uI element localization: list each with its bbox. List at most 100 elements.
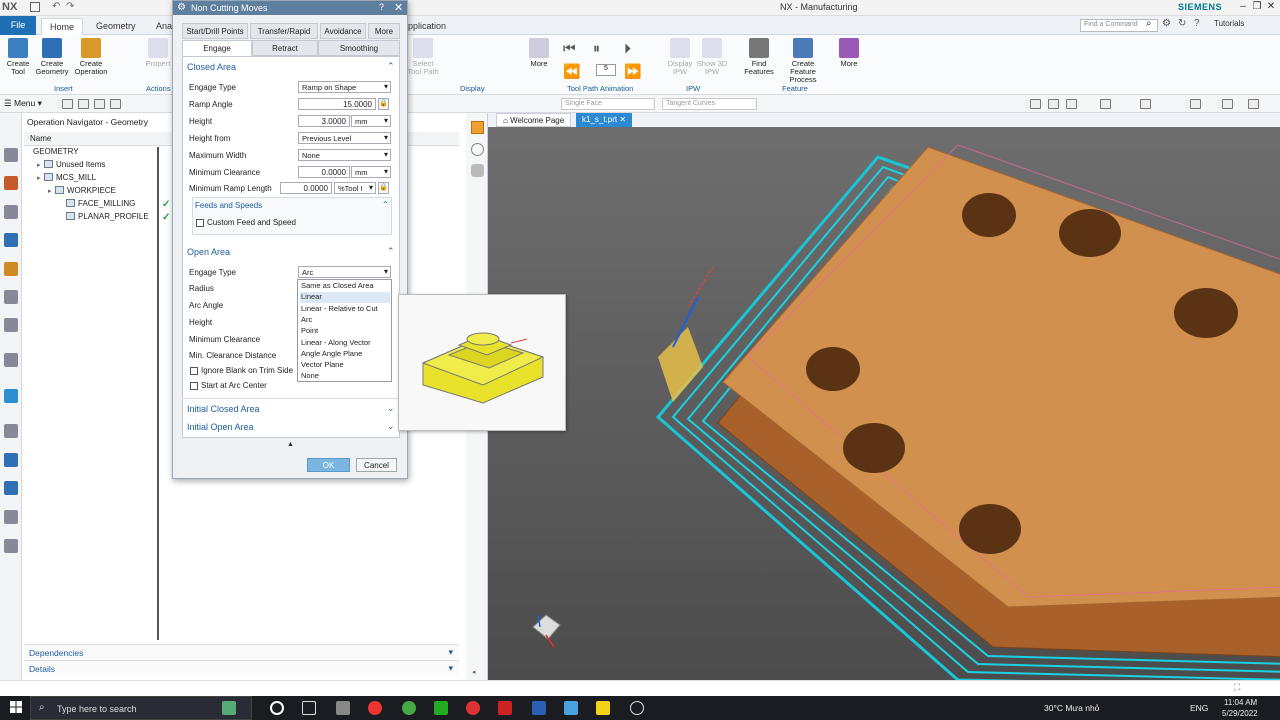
history-icon[interactable]	[4, 424, 18, 438]
create-operation-button[interactable]: Create Operation	[73, 38, 109, 76]
render-icon[interactable]	[1222, 99, 1233, 109]
undo-icon[interactable]: ↶	[52, 1, 60, 12]
layer-icon[interactable]	[1190, 99, 1201, 109]
part-navigator-icon[interactable]	[4, 148, 18, 162]
snap-icon[interactable]	[94, 99, 105, 109]
create-geometry-button[interactable]: Create Geometry	[34, 38, 70, 76]
maximum-width-select[interactable]: None	[298, 149, 391, 161]
minimum-ramp-length-unit-select[interactable]: %Tool I	[334, 182, 376, 194]
fullscreen-icon[interactable]: ⛶	[1234, 682, 1240, 693]
show-3d-ipw-button[interactable]: Show 3D IPW	[694, 38, 730, 76]
close-window-icon[interactable]: ✕	[1264, 1, 1278, 14]
refresh-icon[interactable]: ↻	[1178, 18, 1186, 29]
find-features-button[interactable]: Find Features	[741, 38, 777, 76]
tree-row[interactable]: ▸ WORKPIECE	[26, 186, 176, 199]
chrome-icon[interactable]	[368, 701, 382, 715]
hd3d-tools-icon[interactable]	[4, 353, 18, 367]
minimum-ramp-length-input[interactable]: 0.0000	[280, 182, 332, 194]
tab-part-file[interactable]: k1_s_t.prt ✕	[576, 113, 633, 127]
clock-date[interactable]: 5/29/2022	[1222, 709, 1258, 718]
tutorials-link[interactable]: Tutorials	[1214, 19, 1244, 28]
closed-area-title[interactable]: Closed Area	[187, 62, 236, 72]
start-arc-center-checkbox[interactable]	[190, 382, 198, 390]
chevron-up-icon[interactable]: ⌃	[387, 246, 395, 257]
view-settings-icon[interactable]	[1248, 99, 1259, 109]
shaded-icon[interactable]	[1100, 99, 1111, 109]
step-back-icon[interactable]: ⏪	[563, 63, 580, 80]
tab-transfer-rapid[interactable]: Transfer/Rapid	[250, 23, 318, 39]
dropdown-option[interactable]: Linear - Along Vector	[300, 338, 390, 349]
orient-icon[interactable]	[471, 121, 484, 134]
help-icon[interactable]: ?	[1194, 18, 1200, 29]
expand-icon[interactable]: ▸	[37, 161, 44, 169]
open-area-title[interactable]: Open Area	[187, 247, 230, 257]
help-icon[interactable]: ?	[379, 2, 384, 12]
fit-icon[interactable]	[471, 164, 484, 177]
tab-welcome-page[interactable]: ⌂ Welcome Page	[496, 113, 572, 127]
more-feature-button[interactable]: More	[831, 38, 867, 68]
tab-geometry[interactable]: Geometry	[88, 18, 144, 35]
app-icon[interactable]	[402, 701, 416, 715]
lock-icon[interactable]: 🔒	[378, 182, 389, 194]
language-indicator[interactable]: ENG	[1190, 703, 1208, 713]
chevron-down-icon[interactable]: ⌄	[387, 421, 395, 432]
assembly-navigator-icon[interactable]	[4, 176, 18, 190]
clock-time[interactable]: 11:04 AM	[1224, 698, 1257, 707]
pause-icon[interactable]: ⏸	[593, 40, 600, 57]
minimum-clearance-unit-select[interactable]: mm	[351, 166, 391, 178]
minimum-clearance-input[interactable]: 0.0000	[298, 166, 350, 178]
height-input[interactable]: 3.0000	[298, 115, 350, 127]
manufacturing-wizard-icon[interactable]	[4, 481, 18, 495]
display-ipw-button[interactable]: Display IPW	[662, 38, 698, 76]
tree-row[interactable]: PLANAR_PROFILE	[26, 212, 176, 225]
step-forward-icon[interactable]: ⏩	[624, 63, 641, 80]
tab-application[interactable]: pplication	[400, 18, 454, 35]
dropdown-option[interactable]: Linear	[300, 292, 390, 304]
minimize-icon[interactable]: –	[1236, 1, 1250, 14]
tab-home[interactable]: Home	[41, 18, 84, 35]
settings-icon[interactable]: ⚙	[1162, 18, 1171, 29]
machining-feature-navigator-icon[interactable]	[4, 290, 18, 304]
tree-row[interactable]: ▸ Unused Items	[26, 160, 176, 173]
web-browser-icon[interactable]	[4, 389, 18, 403]
dependencies-panel[interactable]: Dependencies ▾	[24, 644, 459, 660]
expand-icon[interactable]: ▸	[48, 187, 55, 195]
dialog-title-bar[interactable]: ⚙ Non Cutting Moves ? ✕	[173, 1, 407, 15]
word-icon[interactable]	[532, 701, 546, 715]
chevron-up-icon[interactable]: ⌃	[382, 200, 389, 209]
system-scene-icon[interactable]	[4, 539, 18, 553]
open-engage-type-select[interactable]: Arc	[298, 266, 391, 278]
app-icon[interactable]	[630, 701, 644, 715]
play-icon[interactable]: ⏵	[624, 40, 631, 57]
tab-retract[interactable]: Retract	[252, 40, 318, 56]
tree-row[interactable]: ▸ MCS_MILL	[26, 173, 176, 186]
tree-row[interactable]: GEOMETRY	[26, 147, 176, 160]
weather-text[interactable]: 30°C Mưa nhỏ	[1044, 703, 1099, 713]
constraint-navigator-icon[interactable]	[4, 205, 18, 219]
feeds-and-speeds-title[interactable]: Feeds and Speeds	[195, 201, 262, 210]
app-icon[interactable]	[564, 701, 578, 715]
select-tool-path-button[interactable]: Select Tool Path	[405, 38, 441, 76]
redo-icon[interactable]: ↷	[66, 1, 74, 12]
wcs-icon[interactable]	[471, 143, 484, 156]
tab-more[interactable]: More	[368, 23, 400, 39]
menu-button[interactable]: ☰ Menu ▾	[4, 98, 42, 109]
windows-start-icon[interactable]	[10, 701, 22, 713]
restore-icon[interactable]: ❐	[1250, 1, 1264, 14]
dropdown-option[interactable]: Same as Closed Area	[300, 281, 390, 292]
ok-button[interactable]: OK	[307, 458, 350, 472]
ignore-blank-checkbox[interactable]	[190, 367, 198, 375]
column-divider[interactable]	[157, 147, 159, 640]
taskbar-search-input[interactable]: ⌕ Type here to search	[30, 696, 252, 720]
lock-icon[interactable]: 🔒	[378, 98, 389, 110]
close-icon[interactable]: ✕	[619, 115, 626, 124]
dropdown-option[interactable]: Point	[300, 326, 390, 337]
dropdown-option[interactable]: Arc	[300, 315, 390, 326]
view-orient-icon[interactable]	[1140, 99, 1151, 109]
chevron-down-icon[interactable]: ⌄	[387, 403, 395, 414]
dropdown-option[interactable]: Angle Angle Plane	[300, 349, 390, 360]
process-studio-icon[interactable]	[4, 453, 18, 467]
collapse-arrow-icon[interactable]: ▲	[287, 441, 294, 448]
engage-type-select[interactable]: Ramp on Shape	[298, 81, 391, 93]
dropdown-option[interactable]: None	[300, 371, 390, 382]
